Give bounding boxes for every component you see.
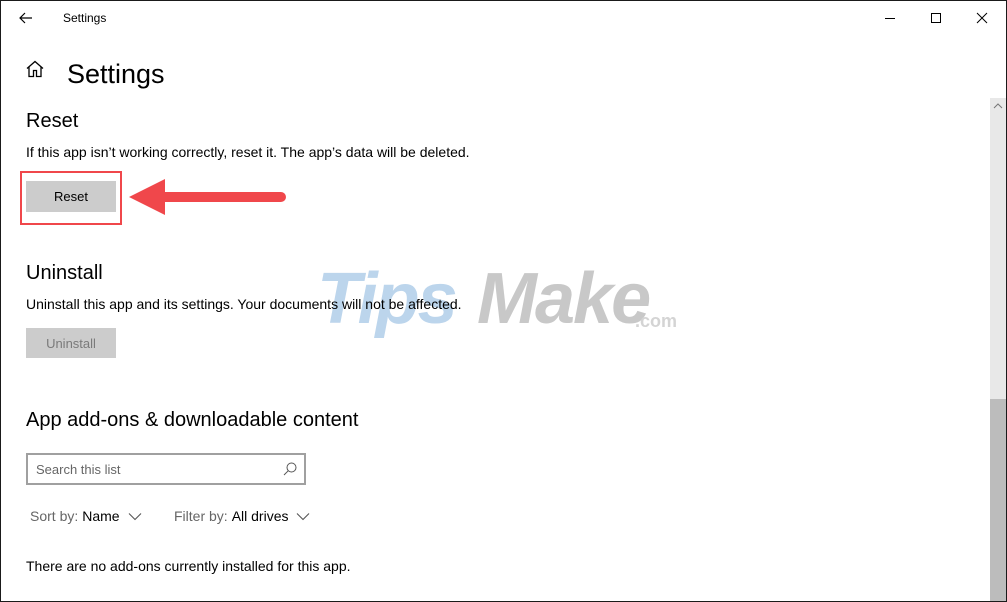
chevron-down-icon <box>128 513 141 521</box>
minimize-icon <box>885 18 895 19</box>
sort-by-dropdown[interactable]: Sort by: Name <box>30 508 142 524</box>
watermark-com: .com <box>635 311 678 331</box>
vertical-scrollbar[interactable] <box>990 98 1006 601</box>
watermark-make: Make <box>477 259 651 339</box>
filter-by-dropdown[interactable]: Filter by: All drives <box>174 508 310 524</box>
maximize-icon <box>931 13 941 23</box>
maximize-button[interactable] <box>913 1 959 35</box>
settings-window: Settings Settings Tips Make .com Reset I… <box>0 0 1007 602</box>
close-button[interactable] <box>959 1 1005 35</box>
uninstall-section-title: Uninstall <box>26 262 103 284</box>
annotation-arrow-icon <box>129 179 286 215</box>
scroll-up-button[interactable] <box>990 98 1006 114</box>
search-box[interactable] <box>26 453 306 485</box>
home-button[interactable] <box>23 57 47 81</box>
filter-by-label: Filter by: <box>174 508 228 524</box>
search-input[interactable] <box>36 455 276 483</box>
scroll-thumb[interactable] <box>990 399 1006 601</box>
back-button[interactable] <box>9 3 43 33</box>
sort-by-value: Name <box>82 508 120 524</box>
search-icon[interactable] <box>282 461 298 477</box>
addons-section-title: App add-ons & downloadable content <box>26 409 359 431</box>
uninstall-button[interactable]: Uninstall <box>26 328 116 358</box>
page-header: Settings <box>23 57 165 89</box>
close-icon <box>976 12 988 24</box>
filter-by-value: All drives <box>231 508 289 524</box>
reset-description: If this app isn’t working correctly, res… <box>26 144 470 160</box>
back-arrow-icon <box>19 12 32 24</box>
chevron-up-icon <box>993 103 1003 109</box>
minimize-button[interactable] <box>867 1 913 35</box>
home-icon <box>26 60 44 78</box>
reset-section-title: Reset <box>26 110 79 132</box>
uninstall-description: Uninstall this app and its settings. You… <box>26 296 462 312</box>
reset-button[interactable]: Reset <box>26 181 116 212</box>
page-title: Settings <box>67 59 165 89</box>
chevron-down-icon <box>297 513 310 521</box>
title-bar: Settings <box>1 1 1006 35</box>
addons-empty-message: There are no add-ons currently installed… <box>26 558 351 574</box>
window-title: Settings <box>63 11 107 25</box>
sort-by-label: Sort by: <box>30 508 79 524</box>
